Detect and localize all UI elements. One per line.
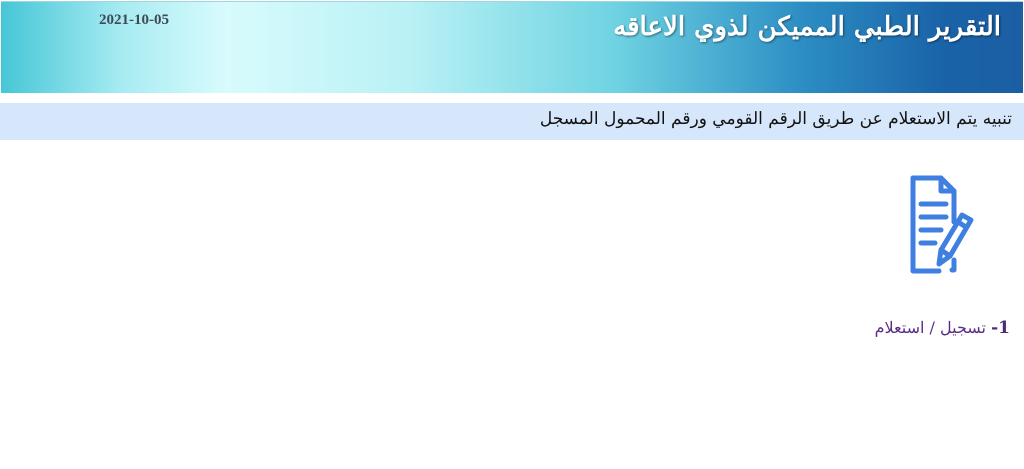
menu-item-number: 1- bbox=[991, 318, 1010, 338]
page-title: التقرير الطبي المميكن لذوي الاعاقه bbox=[613, 12, 1001, 42]
current-date: 2021-10-05 bbox=[99, 12, 169, 28]
register-inquiry-link[interactable]: تسجيل / استعلام bbox=[875, 318, 986, 337]
document-pen-icon[interactable] bbox=[905, 174, 975, 276]
notice-bar: تنبيه يتم الاستعلام عن طريق الرقم القومي… bbox=[0, 103, 1024, 140]
header-banner: التقرير الطبي المميكن لذوي الاعاقه 2021-… bbox=[1, 1, 1023, 93]
menu-item-register[interactable]: 1- تسجيل / استعلام bbox=[875, 318, 1010, 338]
notice-text: تنبيه يتم الاستعلام عن طريق الرقم القومي… bbox=[539, 109, 1012, 129]
